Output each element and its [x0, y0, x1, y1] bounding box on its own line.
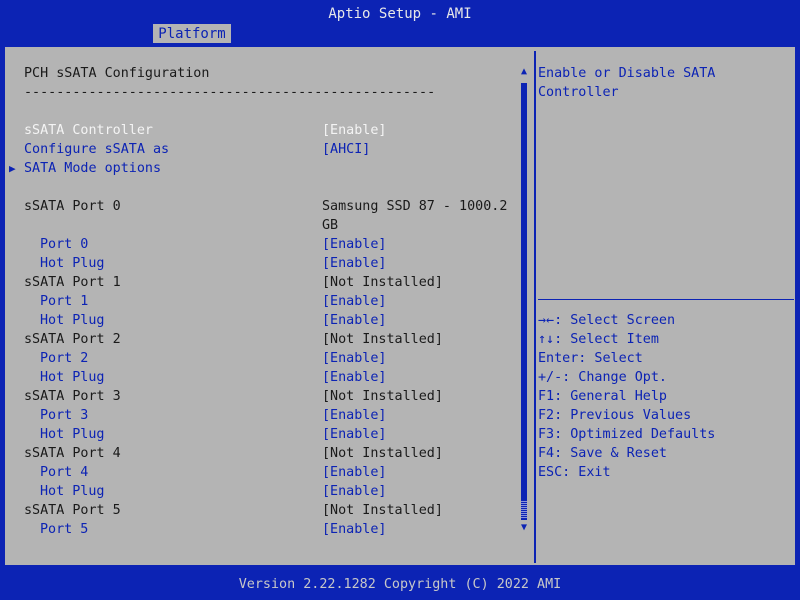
- help-text: Enable or Disable SATA: [538, 66, 716, 81]
- setting-value[interactable]: [Enable]: [322, 425, 387, 444]
- tab-platform[interactable]: Platform: [153, 24, 231, 43]
- triangle-up-icon[interactable]: ▲: [519, 66, 529, 78]
- setting-label: Hot Plug: [40, 484, 105, 499]
- port-status: [Not Installed]: [322, 503, 443, 518]
- port-status: [Not Installed]: [322, 332, 443, 347]
- port-status: [Not Installed]: [322, 275, 443, 290]
- key-hint: +/-: Change Opt.: [538, 370, 667, 385]
- help-text: Controller: [538, 85, 619, 100]
- triangle-down-icon[interactable]: ▼: [519, 522, 529, 534]
- scrollbar-thumb-end[interactable]: [521, 501, 527, 519]
- port-label: sSATA Port 1: [24, 275, 121, 290]
- setting-label: Hot Plug: [40, 313, 105, 328]
- setting-label: Port 4: [40, 465, 89, 480]
- setting-value[interactable]: [Enable]: [322, 121, 387, 140]
- scrollbar-track[interactable]: [521, 83, 527, 520]
- setting-label: Hot Plug: [40, 256, 105, 271]
- port-label: sSATA Port 4: [24, 446, 121, 461]
- scrollbar[interactable]: ▲ ▼: [519, 66, 529, 534]
- port-label: sSATA Port 0: [24, 199, 121, 214]
- key-hint: →←: Select Screen: [538, 313, 676, 328]
- setting-label: Hot Plug: [40, 370, 105, 385]
- key-hint: Enter: Select: [538, 351, 643, 366]
- key-hint: ↑↓: Select Item: [538, 332, 659, 347]
- setting-label: Port 3: [40, 408, 89, 423]
- setting-value[interactable]: [Enable]: [322, 368, 387, 387]
- setting-label: sSATA Controller: [24, 123, 153, 138]
- setting-label: Port 2: [40, 351, 89, 366]
- key-hint: ESC: Exit: [538, 465, 611, 480]
- device-name-cont: GB: [322, 218, 339, 233]
- footer-version: Version 2.22.1282 Copyright (C) 2022 AMI: [238, 577, 562, 592]
- port-status: [Not Installed]: [322, 389, 443, 404]
- setting-value[interactable]: [Enable]: [322, 520, 387, 539]
- separator: ----------------------------------------…: [24, 85, 436, 100]
- help-separator: [538, 299, 794, 300]
- setting-value[interactable]: [Enable]: [322, 311, 387, 330]
- setting-value[interactable]: [Enable]: [322, 406, 387, 425]
- setting-label: Hot Plug: [40, 427, 105, 442]
- port-label: sSATA Port 2: [24, 332, 121, 347]
- help-panel: Enable or Disable SATA Controller →←: Se…: [536, 47, 795, 565]
- port-status: [Not Installed]: [322, 446, 443, 461]
- setting-value[interactable]: [Enable]: [322, 254, 387, 273]
- setting-value[interactable]: [Enable]: [322, 292, 387, 311]
- key-hint: F1: General Help: [538, 389, 667, 404]
- setting-label: Configure sSATA as: [24, 142, 170, 157]
- port-label: sSATA Port 3: [24, 389, 121, 404]
- key-hint: F2: Previous Values: [538, 408, 692, 423]
- setting-value[interactable]: [Enable]: [322, 463, 387, 482]
- setting-label: Port 0: [40, 237, 89, 252]
- setting-value[interactable]: [Enable]: [322, 349, 387, 368]
- triangle-right-icon: ▶: [9, 162, 16, 175]
- key-hint: F4: Save & Reset: [538, 446, 667, 461]
- setting-value[interactable]: [Enable]: [322, 235, 387, 254]
- setting-label: Port 5: [40, 522, 89, 537]
- setup-panel: PCH sSATA Configuration ----------------…: [3, 45, 797, 567]
- setting-label: Port 1: [40, 294, 89, 309]
- setting-value[interactable]: [AHCI]: [322, 140, 370, 159]
- submenu-label: SATA Mode options: [24, 161, 162, 176]
- settings-list: PCH sSATA Configuration ----------------…: [5, 47, 533, 565]
- window-title: Aptio Setup - AMI: [328, 6, 472, 22]
- setting-value[interactable]: [Enable]: [322, 482, 387, 501]
- page-title: PCH sSATA Configuration: [24, 66, 210, 81]
- device-name: Samsung SSD 87 - 1000.2: [322, 199, 508, 214]
- key-hint: F3: Optimized Defaults: [538, 427, 716, 442]
- port-label: sSATA Port 5: [24, 503, 121, 518]
